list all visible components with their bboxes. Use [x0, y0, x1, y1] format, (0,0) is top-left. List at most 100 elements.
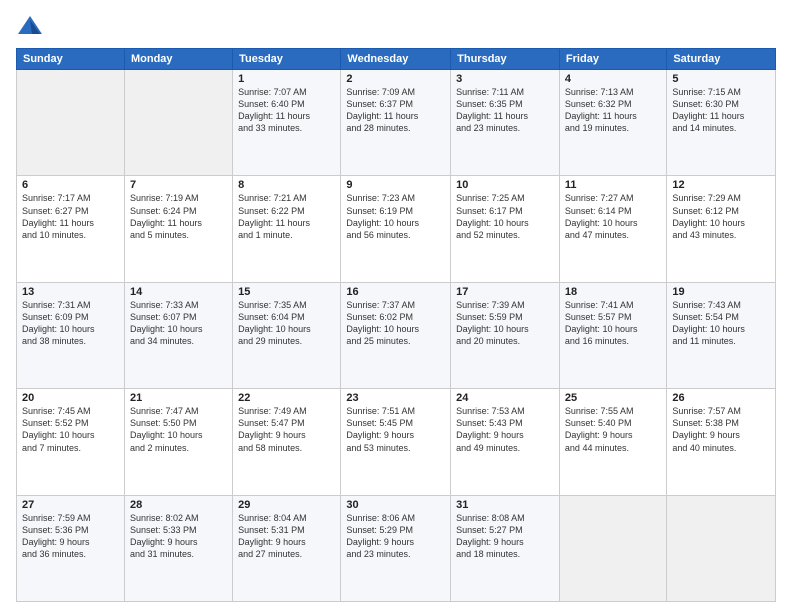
day-info: Sunrise: 7:27 AM Sunset: 6:14 PM Dayligh…	[565, 192, 661, 241]
day-info: Sunrise: 7:33 AM Sunset: 6:07 PM Dayligh…	[130, 299, 227, 348]
day-number: 1	[238, 73, 335, 85]
day-cell-6: 6Sunrise: 7:17 AM Sunset: 6:27 PM Daylig…	[17, 176, 125, 282]
header	[16, 12, 776, 40]
day-info: Sunrise: 7:45 AM Sunset: 5:52 PM Dayligh…	[22, 405, 119, 454]
day-number: 15	[238, 286, 335, 298]
week-row-1: 1Sunrise: 7:07 AM Sunset: 6:40 PM Daylig…	[17, 70, 776, 176]
day-number: 27	[22, 499, 119, 511]
day-number: 4	[565, 73, 661, 85]
day-number: 12	[672, 179, 770, 191]
day-cell-17: 17Sunrise: 7:39 AM Sunset: 5:59 PM Dayli…	[451, 282, 560, 388]
day-cell-2: 2Sunrise: 7:09 AM Sunset: 6:37 PM Daylig…	[341, 70, 451, 176]
day-number: 30	[346, 499, 445, 511]
day-info: Sunrise: 7:07 AM Sunset: 6:40 PM Dayligh…	[238, 86, 335, 135]
day-cell-7: 7Sunrise: 7:19 AM Sunset: 6:24 PM Daylig…	[124, 176, 232, 282]
day-cell-22: 22Sunrise: 7:49 AM Sunset: 5:47 PM Dayli…	[233, 389, 341, 495]
day-header-wednesday: Wednesday	[341, 49, 451, 70]
day-number: 10	[456, 179, 554, 191]
day-cell-empty	[17, 70, 125, 176]
day-header-thursday: Thursday	[451, 49, 560, 70]
day-info: Sunrise: 7:39 AM Sunset: 5:59 PM Dayligh…	[456, 299, 554, 348]
day-number: 21	[130, 392, 227, 404]
week-row-4: 20Sunrise: 7:45 AM Sunset: 5:52 PM Dayli…	[17, 389, 776, 495]
day-number: 7	[130, 179, 227, 191]
day-info: Sunrise: 7:51 AM Sunset: 5:45 PM Dayligh…	[346, 405, 445, 454]
day-info: Sunrise: 7:21 AM Sunset: 6:22 PM Dayligh…	[238, 192, 335, 241]
day-number: 9	[346, 179, 445, 191]
day-info: Sunrise: 7:11 AM Sunset: 6:35 PM Dayligh…	[456, 86, 554, 135]
day-info: Sunrise: 7:55 AM Sunset: 5:40 PM Dayligh…	[565, 405, 661, 454]
day-info: Sunrise: 7:53 AM Sunset: 5:43 PM Dayligh…	[456, 405, 554, 454]
day-cell-15: 15Sunrise: 7:35 AM Sunset: 6:04 PM Dayli…	[233, 282, 341, 388]
day-header-monday: Monday	[124, 49, 232, 70]
day-cell-20: 20Sunrise: 7:45 AM Sunset: 5:52 PM Dayli…	[17, 389, 125, 495]
day-cell-31: 31Sunrise: 8:08 AM Sunset: 5:27 PM Dayli…	[451, 495, 560, 601]
day-number: 17	[456, 286, 554, 298]
day-number: 26	[672, 392, 770, 404]
day-number: 19	[672, 286, 770, 298]
day-info: Sunrise: 7:19 AM Sunset: 6:24 PM Dayligh…	[130, 192, 227, 241]
day-info: Sunrise: 7:49 AM Sunset: 5:47 PM Dayligh…	[238, 405, 335, 454]
calendar-header-row: SundayMondayTuesdayWednesdayThursdayFrid…	[17, 49, 776, 70]
week-row-5: 27Sunrise: 7:59 AM Sunset: 5:36 PM Dayli…	[17, 495, 776, 601]
logo-icon	[16, 12, 44, 40]
day-info: Sunrise: 7:15 AM Sunset: 6:30 PM Dayligh…	[672, 86, 770, 135]
logo	[16, 12, 48, 40]
day-cell-10: 10Sunrise: 7:25 AM Sunset: 6:17 PM Dayli…	[451, 176, 560, 282]
day-number: 6	[22, 179, 119, 191]
day-info: Sunrise: 8:08 AM Sunset: 5:27 PM Dayligh…	[456, 512, 554, 561]
day-info: Sunrise: 7:31 AM Sunset: 6:09 PM Dayligh…	[22, 299, 119, 348]
day-cell-1: 1Sunrise: 7:07 AM Sunset: 6:40 PM Daylig…	[233, 70, 341, 176]
day-cell-11: 11Sunrise: 7:27 AM Sunset: 6:14 PM Dayli…	[559, 176, 666, 282]
day-cell-9: 9Sunrise: 7:23 AM Sunset: 6:19 PM Daylig…	[341, 176, 451, 282]
day-cell-30: 30Sunrise: 8:06 AM Sunset: 5:29 PM Dayli…	[341, 495, 451, 601]
day-cell-13: 13Sunrise: 7:31 AM Sunset: 6:09 PM Dayli…	[17, 282, 125, 388]
day-number: 31	[456, 499, 554, 511]
day-cell-empty	[124, 70, 232, 176]
day-info: Sunrise: 8:06 AM Sunset: 5:29 PM Dayligh…	[346, 512, 445, 561]
day-info: Sunrise: 8:04 AM Sunset: 5:31 PM Dayligh…	[238, 512, 335, 561]
day-cell-5: 5Sunrise: 7:15 AM Sunset: 6:30 PM Daylig…	[667, 70, 776, 176]
day-info: Sunrise: 7:41 AM Sunset: 5:57 PM Dayligh…	[565, 299, 661, 348]
day-info: Sunrise: 7:47 AM Sunset: 5:50 PM Dayligh…	[130, 405, 227, 454]
day-cell-8: 8Sunrise: 7:21 AM Sunset: 6:22 PM Daylig…	[233, 176, 341, 282]
day-info: Sunrise: 7:35 AM Sunset: 6:04 PM Dayligh…	[238, 299, 335, 348]
day-info: Sunrise: 7:25 AM Sunset: 6:17 PM Dayligh…	[456, 192, 554, 241]
day-info: Sunrise: 7:57 AM Sunset: 5:38 PM Dayligh…	[672, 405, 770, 454]
day-cell-18: 18Sunrise: 7:41 AM Sunset: 5:57 PM Dayli…	[559, 282, 666, 388]
day-number: 24	[456, 392, 554, 404]
day-number: 28	[130, 499, 227, 511]
day-info: Sunrise: 7:37 AM Sunset: 6:02 PM Dayligh…	[346, 299, 445, 348]
day-number: 29	[238, 499, 335, 511]
day-cell-empty	[667, 495, 776, 601]
day-cell-4: 4Sunrise: 7:13 AM Sunset: 6:32 PM Daylig…	[559, 70, 666, 176]
day-number: 11	[565, 179, 661, 191]
day-header-saturday: Saturday	[667, 49, 776, 70]
day-cell-empty	[559, 495, 666, 601]
day-info: Sunrise: 7:59 AM Sunset: 5:36 PM Dayligh…	[22, 512, 119, 561]
day-info: Sunrise: 7:29 AM Sunset: 6:12 PM Dayligh…	[672, 192, 770, 241]
day-header-sunday: Sunday	[17, 49, 125, 70]
day-info: Sunrise: 7:13 AM Sunset: 6:32 PM Dayligh…	[565, 86, 661, 135]
day-number: 16	[346, 286, 445, 298]
day-cell-14: 14Sunrise: 7:33 AM Sunset: 6:07 PM Dayli…	[124, 282, 232, 388]
day-cell-28: 28Sunrise: 8:02 AM Sunset: 5:33 PM Dayli…	[124, 495, 232, 601]
day-number: 2	[346, 73, 445, 85]
day-number: 22	[238, 392, 335, 404]
day-info: Sunrise: 8:02 AM Sunset: 5:33 PM Dayligh…	[130, 512, 227, 561]
day-header-friday: Friday	[559, 49, 666, 70]
day-number: 5	[672, 73, 770, 85]
day-info: Sunrise: 7:43 AM Sunset: 5:54 PM Dayligh…	[672, 299, 770, 348]
day-number: 13	[22, 286, 119, 298]
day-number: 8	[238, 179, 335, 191]
day-cell-24: 24Sunrise: 7:53 AM Sunset: 5:43 PM Dayli…	[451, 389, 560, 495]
day-cell-21: 21Sunrise: 7:47 AM Sunset: 5:50 PM Dayli…	[124, 389, 232, 495]
day-cell-25: 25Sunrise: 7:55 AM Sunset: 5:40 PM Dayli…	[559, 389, 666, 495]
day-cell-27: 27Sunrise: 7:59 AM Sunset: 5:36 PM Dayli…	[17, 495, 125, 601]
day-number: 18	[565, 286, 661, 298]
day-cell-12: 12Sunrise: 7:29 AM Sunset: 6:12 PM Dayli…	[667, 176, 776, 282]
day-info: Sunrise: 7:23 AM Sunset: 6:19 PM Dayligh…	[346, 192, 445, 241]
week-row-2: 6Sunrise: 7:17 AM Sunset: 6:27 PM Daylig…	[17, 176, 776, 282]
day-info: Sunrise: 7:09 AM Sunset: 6:37 PM Dayligh…	[346, 86, 445, 135]
day-cell-19: 19Sunrise: 7:43 AM Sunset: 5:54 PM Dayli…	[667, 282, 776, 388]
